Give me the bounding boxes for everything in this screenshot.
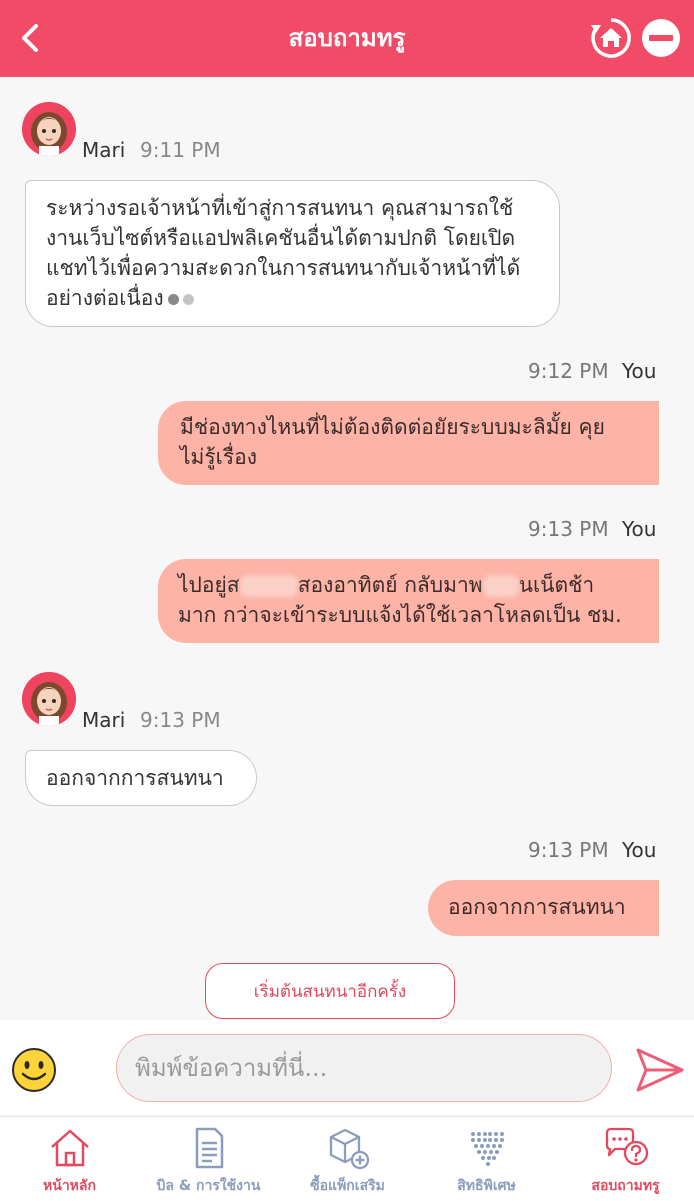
message-input[interactable] <box>116 1034 612 1102</box>
sender-label: You <box>622 517 657 541</box>
agent-name: Mari <box>82 138 126 162</box>
sender-label: You <box>622 359 657 383</box>
message-line: อย่างต่อเนื่อง <box>46 286 164 310</box>
message-time: 9:11 PM <box>140 138 221 162</box>
agent-message-bubble: ระหว่างรอเจ้าหน้าที่เข้าสู่การสนทนา คุณส… <box>25 180 560 327</box>
message-line: ออกจากการสนทนา <box>46 766 224 790</box>
tab-label: บิล & การใช้งาน <box>156 1178 261 1194</box>
message-text: สองอาทิตย์ กลับมาพ <box>297 573 483 597</box>
restart-home-icon[interactable] <box>588 15 634 61</box>
restart-chat-button[interactable]: เริ่มต้นสนทนาอีกครั้ง <box>205 963 455 1019</box>
chat-area[interactable]: Mari 9:11 PM ระหว่างรอเจ้าหน้าที่เข้าสู่… <box>0 77 694 1020</box>
heart-dots-icon <box>471 1132 504 1166</box>
tab-label: สอบถามทรู <box>591 1178 660 1194</box>
user-message-bubble: มีช่องทางไหนที่ไม่ต้องติดต่อยัยระบบมะลิม… <box>158 401 659 485</box>
bottom-tab-bar: หน้าหลัก บิล & การใช้งาน ซื้อแพ็กเสริม ส… <box>0 1116 694 1201</box>
tab-label: หน้าหลัก <box>43 1178 96 1194</box>
agent-message-bubble: ออกจากการสนทนา <box>25 750 257 806</box>
emoji-icon[interactable] <box>10 1046 58 1094</box>
message-line: ระหว่างรอเจ้าหน้าที่เข้าสู่การสนทนา คุณส… <box>46 196 514 220</box>
typing-dot <box>167 293 179 305</box>
user-message-bubble: ไปอยู่ส สองอาทิตย์ กลับมาพ นเน็ตช้า มาก กว… <box>158 559 659 643</box>
typing-dot <box>182 293 194 305</box>
tab-bills-usage[interactable]: บิล & การใช้งาน <box>139 1117 278 1201</box>
package-add-icon <box>329 1128 370 1170</box>
chat-question-icon <box>605 1127 649 1166</box>
agent-avatar <box>22 102 76 156</box>
message-time: 9:12 PM <box>528 359 609 383</box>
tab-home[interactable]: หน้าหลัก <box>0 1117 139 1201</box>
message-line: ไม่รู้เรื่อง <box>180 445 258 469</box>
message-text: นเน็ตช้า <box>518 573 595 597</box>
message-line: งานเว็บไซต์หรือแอปพลิเคชันอื่นได้ตามปกติ… <box>46 226 516 250</box>
agent-avatar <box>22 672 76 726</box>
redacted-text <box>482 575 519 597</box>
message-line: ออกจากการสนทนา <box>448 895 626 919</box>
minimize-icon[interactable] <box>640 17 682 59</box>
agent-name: Mari <box>82 708 126 732</box>
bill-document-icon <box>195 1127 224 1169</box>
message-line: แชทไว้เพื่อความสะดวกในการสนทนากับเจ้าหน้… <box>46 256 521 280</box>
message-line: มาก กว่าจะเข้าระบบแจ้งได้ใช้เวลาโหลดเป็น… <box>178 603 622 627</box>
tab-label: ซื้อแพ็กเสริม <box>310 1178 385 1194</box>
tab-ask-true[interactable]: สอบถามทรู <box>556 1117 694 1201</box>
message-line-with-typing: อย่างต่อเนื่อง <box>46 283 539 313</box>
sender-label: You <box>622 838 657 862</box>
message-line: มีช่องทางไหนที่ไม่ต้องติดต่อยัยระบบมะลิม… <box>180 415 605 439</box>
message-time: 9:13 PM <box>140 708 221 732</box>
tab-buy-package[interactable]: ซื้อแพ็กเสริม <box>278 1117 417 1201</box>
message-time: 9:13 PM <box>528 838 609 862</box>
redacted-text <box>239 575 298 597</box>
message-time: 9:13 PM <box>528 517 609 541</box>
home-icon <box>51 1129 89 1167</box>
tab-label: สิทธิพิเศษ <box>457 1178 516 1194</box>
top-bar: สอบถามทรู <box>0 0 694 77</box>
message-line: ไปอยู่ส สองอาทิตย์ กลับมาพ นเน็ตช้า <box>178 570 639 600</box>
tab-privileges[interactable]: สิทธิพิเศษ <box>417 1117 556 1201</box>
user-message-bubble: ออกจากการสนทนา <box>428 880 659 936</box>
message-text: ไปอยู่ส <box>178 573 240 597</box>
send-icon[interactable] <box>634 1044 686 1096</box>
